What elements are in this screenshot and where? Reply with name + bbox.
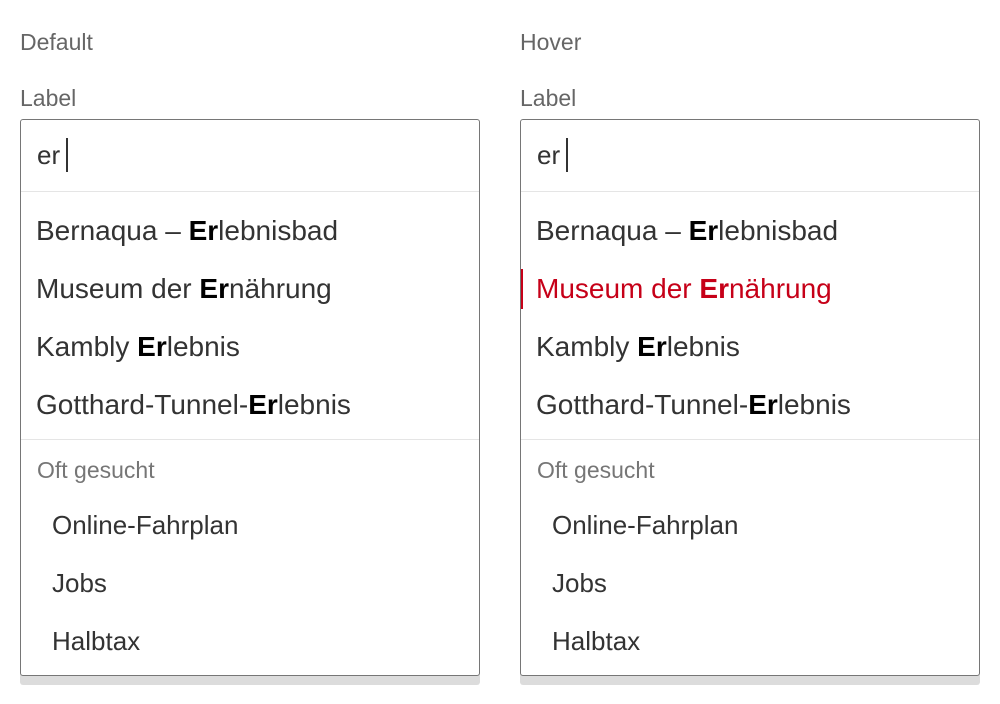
suggestion-suffix: lebnis — [277, 389, 351, 420]
suggestion-match: Er — [688, 215, 719, 246]
state-title: Hover — [520, 29, 582, 55]
suggestion-prefix: Museum der — [536, 273, 700, 304]
suggestion-match: Er — [137, 331, 167, 362]
suggestion-match: Er — [637, 331, 667, 362]
suggestion-suffix: lebnis — [166, 331, 240, 362]
suggestion-suffix: nährung — [728, 273, 832, 304]
text-caret — [566, 138, 569, 173]
suggestion-item[interactable]: Kambly Erlebnis — [521, 327, 979, 367]
frequent-searches-title: Oft gesucht — [537, 457, 655, 483]
suggestion-prefix: Kambly — [36, 331, 138, 362]
suggestion-suffix: lebnisbad — [218, 215, 339, 246]
suggestion-item[interactable]: Museum der Ernährung — [21, 269, 479, 309]
frequent-searches-title: Oft gesucht — [37, 457, 155, 483]
search-input[interactable]: er — [521, 120, 979, 192]
frequent-search-item[interactable]: Halbtax — [552, 625, 640, 657]
suggestion-item[interactable]: Kambly Erlebnis — [21, 327, 479, 367]
search-input[interactable]: er — [21, 120, 479, 192]
state-title: Default — [20, 29, 93, 55]
suggestion-list: Bernaqua – Erlebnisbad Museum der Ernähr… — [21, 192, 479, 440]
suggestion-item[interactable]: Gotthard-Tunnel-Erlebnis — [21, 385, 479, 425]
suggestion-prefix: Gotthard-Tunnel- — [36, 389, 249, 420]
suggestion-match: Er — [699, 273, 729, 304]
field-label: Label — [520, 85, 577, 111]
suggestion-prefix: Bernaqua – — [536, 215, 689, 246]
suggestion-match: Er — [248, 389, 278, 420]
suggestion-prefix: Kambly — [536, 331, 638, 362]
suggestion-suffix: nährung — [228, 273, 332, 304]
suggestion-item[interactable]: Bernaqua – Erlebnisbad — [21, 211, 479, 251]
frequent-search-item[interactable]: Online-Fahrplan — [52, 509, 238, 541]
suggestion-prefix: Gotthard-Tunnel- — [536, 389, 749, 420]
hover-indicator — [521, 269, 523, 309]
suggestion-suffix: lebnisbad — [718, 215, 839, 246]
suggestion-match: Er — [748, 389, 778, 420]
suggestion-prefix: Museum der — [36, 273, 200, 304]
suggestion-match: Er — [199, 273, 229, 304]
suggestion-list: Bernaqua – Erlebnisbad Museum der Ernähr… — [521, 192, 979, 440]
suggestion-match: Er — [188, 215, 219, 246]
suggestion-item[interactable]: Bernaqua – Erlebnisbad — [521, 211, 979, 251]
suggestion-suffix: lebnis — [777, 389, 851, 420]
frequent-search-item[interactable]: Halbtax — [52, 625, 140, 657]
suggestion-item-hovered[interactable]: Museum der Ernährung — [521, 269, 979, 309]
suggestion-suffix: lebnis — [666, 331, 740, 362]
text-caret — [66, 138, 69, 173]
suggestion-prefix: Bernaqua – — [36, 215, 189, 246]
input-value: er — [537, 140, 561, 170]
frequent-search-item[interactable]: Jobs — [552, 567, 607, 599]
autocomplete-box: er Bernaqua – Erlebnisbad Museum der Ern… — [20, 119, 480, 676]
autocomplete-box: er Bernaqua – Erlebnisbad Museum der Ern… — [520, 119, 980, 676]
input-value: er — [37, 140, 61, 170]
frequent-search-item[interactable]: Online-Fahrplan — [552, 509, 738, 541]
field-label: Label — [20, 85, 77, 111]
frequent-search-item[interactable]: Jobs — [52, 567, 107, 599]
suggestion-item[interactable]: Gotthard-Tunnel-Erlebnis — [521, 385, 979, 425]
